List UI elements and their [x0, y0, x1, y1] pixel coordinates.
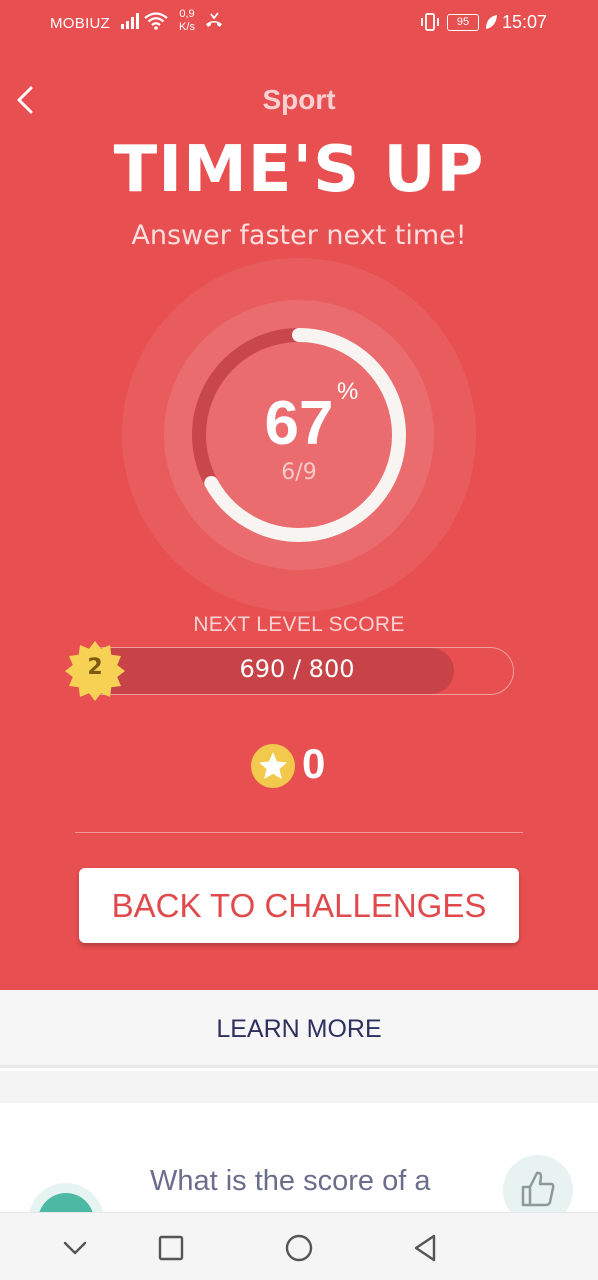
missed-call-icon [206, 12, 222, 27]
status-bar: MOBIUZ 0,9 K/s 95 15:07 [0, 0, 598, 46]
square-icon[interactable] [156, 1233, 186, 1263]
coin-count: 0 [302, 740, 326, 787]
result-headline: TIME'S UP [113, 133, 485, 207]
clock: 15:07 [502, 12, 548, 32]
chevron-down-icon[interactable] [60, 1233, 90, 1263]
category-title: Sport [262, 84, 336, 115]
star-coin-icon [251, 744, 295, 788]
section-divider [75, 832, 523, 833]
result-subline: Answer faster next time! [131, 220, 467, 251]
network-speed: 0,9 K/s [179, 8, 195, 33]
avatar [28, 1183, 104, 1213]
question-card: What is the score of a [0, 1103, 598, 1213]
score-percent: 67 [264, 389, 334, 458]
level-number: 2 [87, 655, 103, 680]
card-separator [0, 1071, 598, 1103]
next-level-label: NEXT LEVEL SCORE [193, 613, 405, 636]
back-to-challenges-button[interactable]: BACK TO CHALLENGES [79, 868, 519, 943]
triangle-back-icon[interactable] [410, 1233, 440, 1263]
learn-more-bar: LEARN MORE [0, 990, 598, 1068]
carrier-name: MOBIUZ [50, 15, 111, 32]
leaf-icon [486, 15, 497, 29]
thumbs-up-icon [521, 1171, 555, 1207]
avatar-inner [38, 1193, 94, 1213]
system-nav-bar [0, 1212, 598, 1280]
circle-icon[interactable] [284, 1233, 314, 1263]
like-button[interactable] [503, 1155, 573, 1213]
wifi-icon [144, 12, 168, 30]
vibrate-icon [421, 13, 439, 31]
card-question-text: What is the score of a [150, 1165, 431, 1197]
learn-more-button[interactable]: LEARN MORE [0, 990, 598, 1068]
signal-icon [121, 13, 139, 29]
battery-indicator: 95 [447, 14, 479, 31]
level-score-text: 690 / 800 [239, 655, 355, 683]
percent-sign: % [337, 378, 359, 405]
correct-answers-fraction: 6/9 [281, 460, 317, 485]
